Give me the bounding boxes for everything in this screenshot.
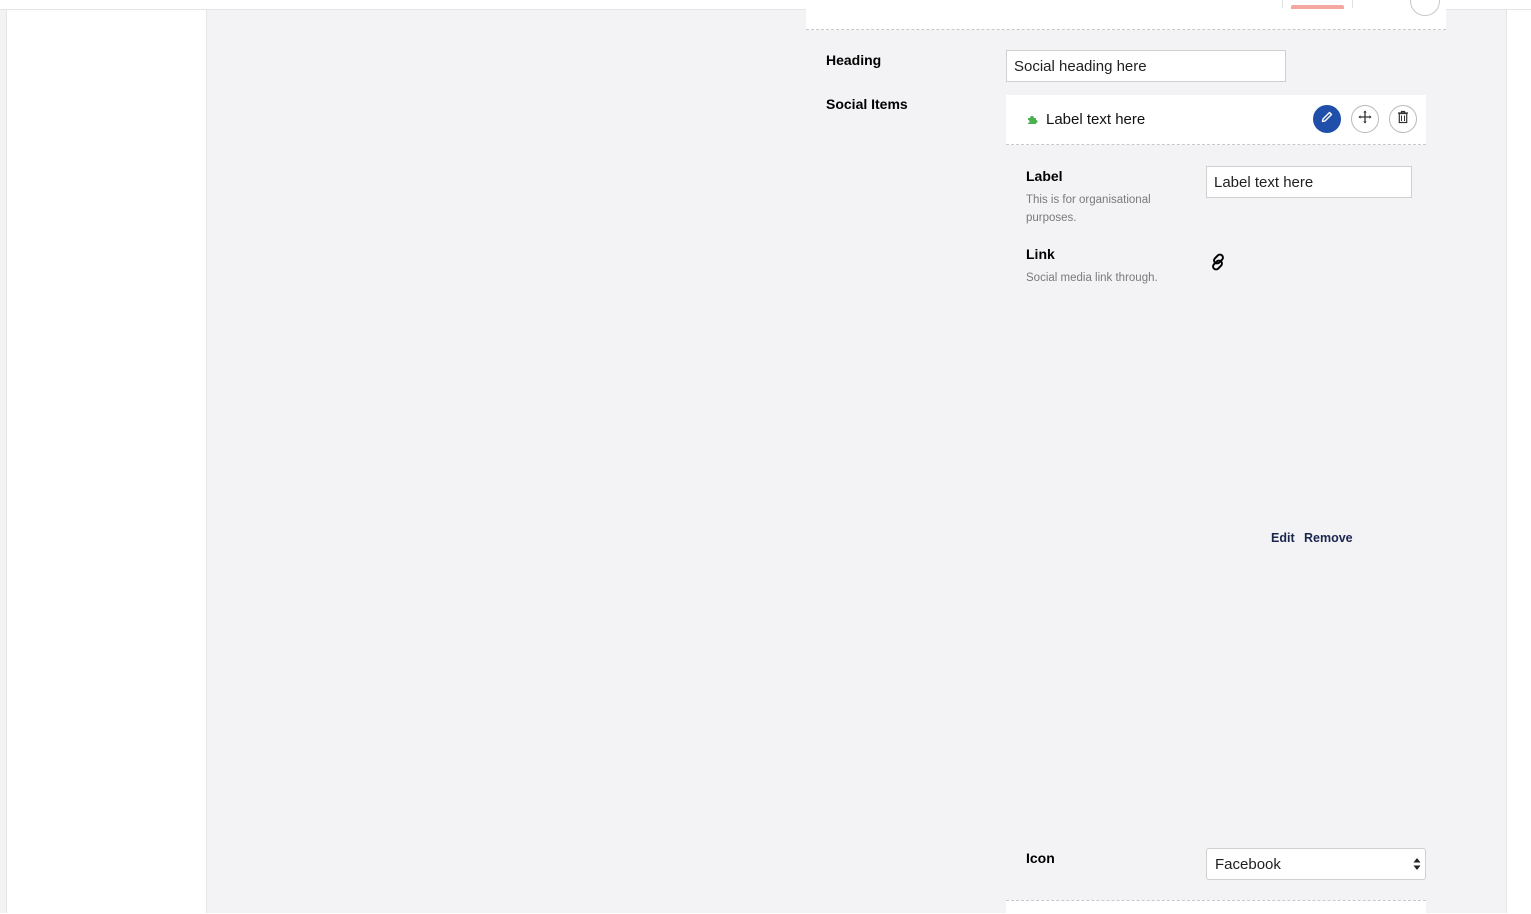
label-field-label: Label <box>1026 168 1063 184</box>
pencil-icon <box>1320 110 1334 129</box>
status-indicator <box>1291 5 1344 9</box>
heading-label: Heading <box>826 52 882 68</box>
label-field-description: This is for organisational purposes. <box>1026 194 1151 224</box>
previous-block-header <box>806 0 1446 30</box>
social-item-title: Label text here <box>1046 111 1146 128</box>
link-field-label: Link <box>1026 246 1055 262</box>
social-item-header[interactable]: Label text here <box>1006 95 1426 145</box>
remove-link-button[interactable]: Remove <box>1304 531 1353 545</box>
main-panel <box>207 10 1506 913</box>
social-items-label: Social Items <box>826 96 908 112</box>
divider <box>1282 0 1283 8</box>
left-gutter <box>0 10 7 913</box>
link-field-description: Social media link through. <box>1026 272 1158 284</box>
select-arrows-icon <box>1413 856 1421 872</box>
move-item-button[interactable] <box>1351 105 1379 133</box>
right-edge <box>1506 10 1531 913</box>
trash-icon <box>1397 110 1409 129</box>
sidebar <box>7 10 207 913</box>
icon-select[interactable]: Facebook <box>1206 848 1426 880</box>
next-item-header <box>1006 900 1426 914</box>
move-icon <box>1358 110 1372 129</box>
edit-item-button[interactable] <box>1313 105 1341 133</box>
icon-select-value: Facebook <box>1215 856 1281 873</box>
delete-item-button[interactable] <box>1389 105 1417 133</box>
block-action-button[interactable] <box>1410 0 1440 16</box>
icon-field-label: Icon <box>1026 850 1055 866</box>
heading-input[interactable] <box>1006 50 1286 82</box>
divider <box>1352 0 1353 8</box>
link-icon[interactable] <box>1209 253 1227 276</box>
edit-link-button[interactable]: Edit <box>1271 531 1295 545</box>
label-input[interactable] <box>1206 166 1412 198</box>
puzzle-icon <box>1026 112 1040 130</box>
